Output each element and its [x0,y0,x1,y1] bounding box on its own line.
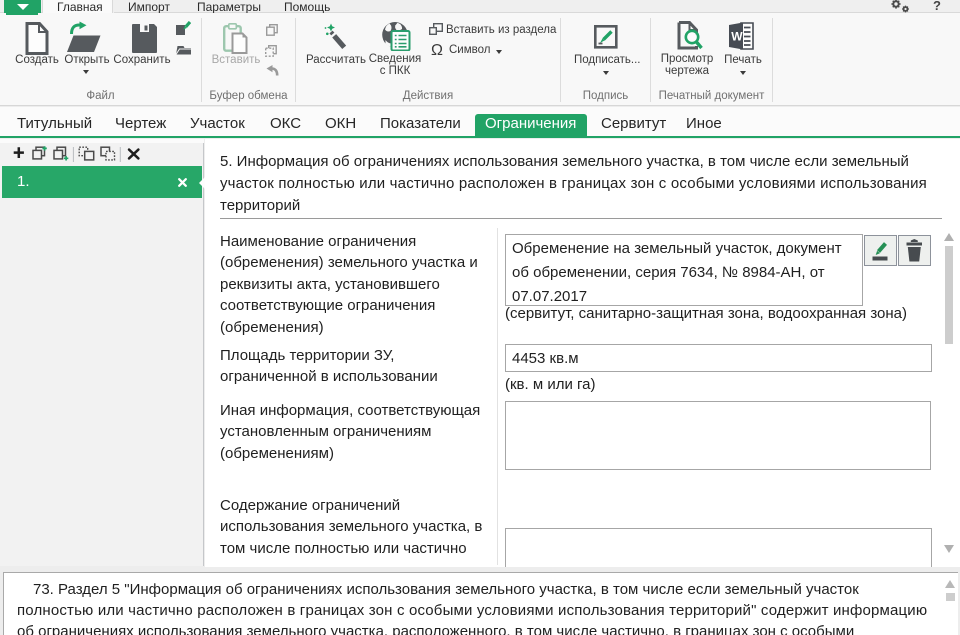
svg-text:W: W [731,30,743,44]
